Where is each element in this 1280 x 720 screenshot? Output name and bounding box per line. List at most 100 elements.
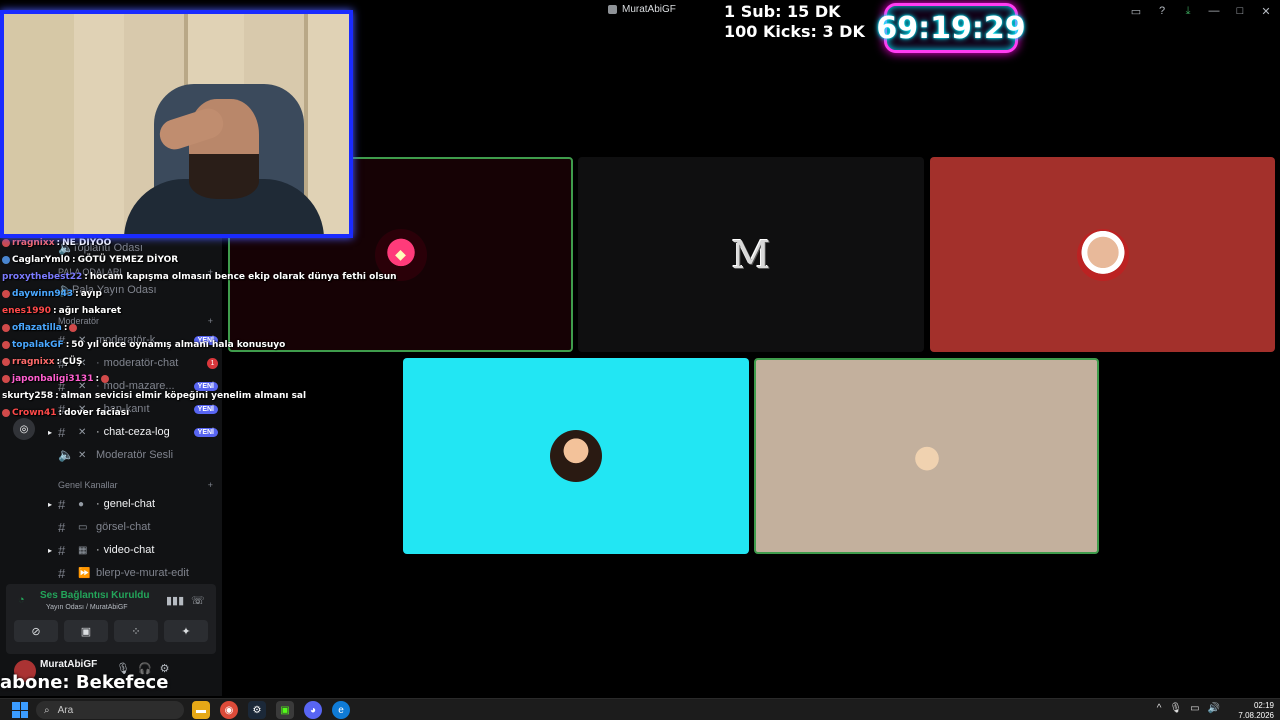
badge-icon [2, 409, 10, 417]
volume-icon[interactable]: 🔊 [1208, 703, 1220, 714]
disconnect-icon[interactable]: ☏ [191, 594, 205, 607]
inbox-icon[interactable]: ▭ [1128, 3, 1144, 19]
channel-chat-ceza-log[interactable]: ▸ # ✕ · chat-ceza-log YENİ [48, 422, 218, 442]
chrome-icon[interactable]: ◉ [220, 701, 238, 719]
chat-line: Crown41: dover faciası [2, 408, 129, 418]
hash-icon: # [58, 542, 66, 558]
channel-gorsel-chat[interactable]: # ▭ görsel-chat [48, 517, 218, 537]
chat-line: daywinn943: ayıp [2, 289, 102, 299]
channel-video-chat[interactable]: ▸ # ▦ · video-chat [48, 540, 218, 560]
new-badge: YENİ [193, 381, 218, 391]
help-icon[interactable]: ? [1154, 3, 1170, 19]
king-avatar [900, 430, 953, 482]
video-tile-4[interactable] [403, 358, 749, 554]
network-icon[interactable]: ▭ [1190, 703, 1199, 714]
category-moderator[interactable]: Moderatör + [58, 316, 213, 326]
new-badge: YENİ [193, 427, 218, 437]
taskbar-apps: ▬ ◉ ⚙ ▣ ◕ e [192, 701, 350, 719]
category-general[interactable]: Genel Kanallar + [58, 480, 213, 490]
chat-line: japonbaligi3131: [2, 374, 110, 384]
unread-indicator: ▸ [48, 545, 53, 555]
sub-line: 1 Sub: 15 DK [724, 2, 841, 21]
fast-forward-icon: ⏩ [78, 567, 91, 579]
edge-icon[interactable]: e [332, 701, 350, 719]
screen-share-icon[interactable]: ▣ [64, 620, 108, 642]
channel-blerp-ve-murat-edit[interactable]: # ⏩ blerp-ve-murat-edit [48, 563, 218, 583]
hash-icon: # [58, 496, 66, 512]
boy-avatar [1076, 228, 1129, 281]
hash-icon: # [58, 519, 66, 535]
chevron-up-icon[interactable]: ^ [1157, 703, 1162, 714]
chat-line: rragnixx: ÇÜŞ [2, 357, 83, 367]
chat-line: skurty258: alman sevicisi elmir köpeğini … [2, 391, 307, 401]
badge-icon [2, 239, 10, 247]
close-icon[interactable]: ✕ [1258, 3, 1274, 19]
chat-line: rragnixx: NE DİYOO [2, 238, 111, 248]
video-tile-2[interactable]: M [578, 157, 924, 352]
badge-icon [2, 341, 10, 349]
video-tile-3[interactable] [930, 157, 1275, 352]
badge-icon [2, 324, 10, 332]
mention-badge: 1 [207, 357, 218, 369]
maximize-icon[interactable]: □ [1232, 3, 1248, 19]
username[interactable]: MuratAbiGF [40, 659, 97, 670]
chat-line: proxythebest22: hocam kapışma olmasın ben… [2, 272, 397, 282]
voice-room[interactable]: Yayın Odası / MuratAbiGF [46, 604, 128, 611]
chat-line: oflazatilla: [2, 323, 78, 333]
image-icon: ▭ [78, 521, 88, 533]
subathon-info: 1 Sub: 15 DK 100 Kicks: 3 DK [724, 2, 865, 42]
new-badge: YENİ [193, 404, 218, 414]
discover-icon[interactable]: ◎ [13, 418, 35, 440]
sunglasses-avatar [550, 430, 602, 482]
badge-icon [2, 290, 10, 298]
system-clock[interactable]: 02:19 7.08.2026 [1238, 701, 1274, 720]
chat-line: CaglarYml0: GÖTÜ YEMEZ DİYOR [2, 255, 178, 265]
unread-indicator: ▸ [48, 499, 53, 509]
channel-genel-chat[interactable]: ▸ # ● · genel-chat [48, 494, 218, 514]
unread-indicator: ▸ [48, 427, 53, 437]
crossed-swords-icon: ✕ [78, 449, 87, 461]
emote-icon [101, 375, 110, 383]
camera-off-icon[interactable]: ⊘ [14, 620, 58, 642]
voice-channel-moderator-sesli[interactable]: 🔈 ✕ Moderatör Sesli [48, 445, 218, 465]
system-tray: ^ 🎙 ▭ 🔊 [1157, 703, 1220, 714]
chat-line: topalakGF:50 yıl önce oynamış almanı hal… [2, 340, 285, 350]
chat-line: enes1990: ağır hakaret [2, 306, 122, 316]
file-explorer-icon[interactable]: ▬ [192, 701, 210, 719]
taskbar: ⌕ Ara ▬ ◉ ⚙ ▣ ◕ e ^ 🎙 ▭ 🔊 02:19 7.08.202… [0, 698, 1280, 720]
new-subscriber-alert: abone: Bekefece [0, 672, 169, 693]
download-icon[interactable]: ⤓ [1180, 3, 1196, 19]
hash-icon: # [58, 565, 66, 581]
noise-suppression-icon[interactable]: ▮▮▮ [166, 594, 184, 607]
speaker-icon: 🔈 [58, 447, 75, 462]
add-channel-icon[interactable]: + [208, 316, 213, 326]
film-icon: ▦ [78, 544, 88, 556]
video-tile-5[interactable] [754, 358, 1099, 554]
search-icon: ⌕ [44, 704, 50, 716]
discord-icon[interactable]: ◕ [304, 701, 322, 719]
windows-start-icon[interactable] [12, 702, 28, 718]
window-title-text: MuratAbiGF [622, 4, 676, 15]
server-logo-icon [608, 5, 617, 14]
hash-icon: # [58, 424, 66, 440]
kick-icon[interactable]: ▣ [276, 701, 294, 719]
minimize-icon[interactable]: — [1206, 3, 1222, 19]
add-channel-icon[interactable]: + [208, 480, 213, 490]
emote-icon [69, 324, 78, 332]
signal-icon: ◔ [18, 594, 25, 606]
activities-icon[interactable]: ⁘ [114, 620, 158, 642]
badge-icon [2, 256, 10, 264]
subathon-timer: 69:19:29 [876, 3, 1026, 53]
steam-icon[interactable]: ⚙ [248, 701, 266, 719]
badge-icon [2, 358, 10, 366]
taskbar-search[interactable]: ⌕ Ara [36, 701, 184, 719]
window-title: MuratAbiGF [608, 4, 676, 15]
speech-bubble-icon: ● [78, 498, 85, 510]
voice-connection-panel: ◔ Ses Bağlantısı Kuruldu Yayın Odası / M… [6, 584, 216, 654]
soundboard-icon[interactable]: ✦ [164, 620, 208, 642]
voice-actions: ⊘ ▣ ⁘ ✦ [14, 620, 208, 642]
kick-line: 100 Kicks: 3 DK [724, 22, 865, 41]
window-controls: ▭ ? ⤓ — □ ✕ [1128, 3, 1274, 19]
voice-status[interactable]: Ses Bağlantısı Kuruldu [40, 590, 149, 601]
microphone-icon[interactable]: 🎙 [1169, 703, 1182, 714]
